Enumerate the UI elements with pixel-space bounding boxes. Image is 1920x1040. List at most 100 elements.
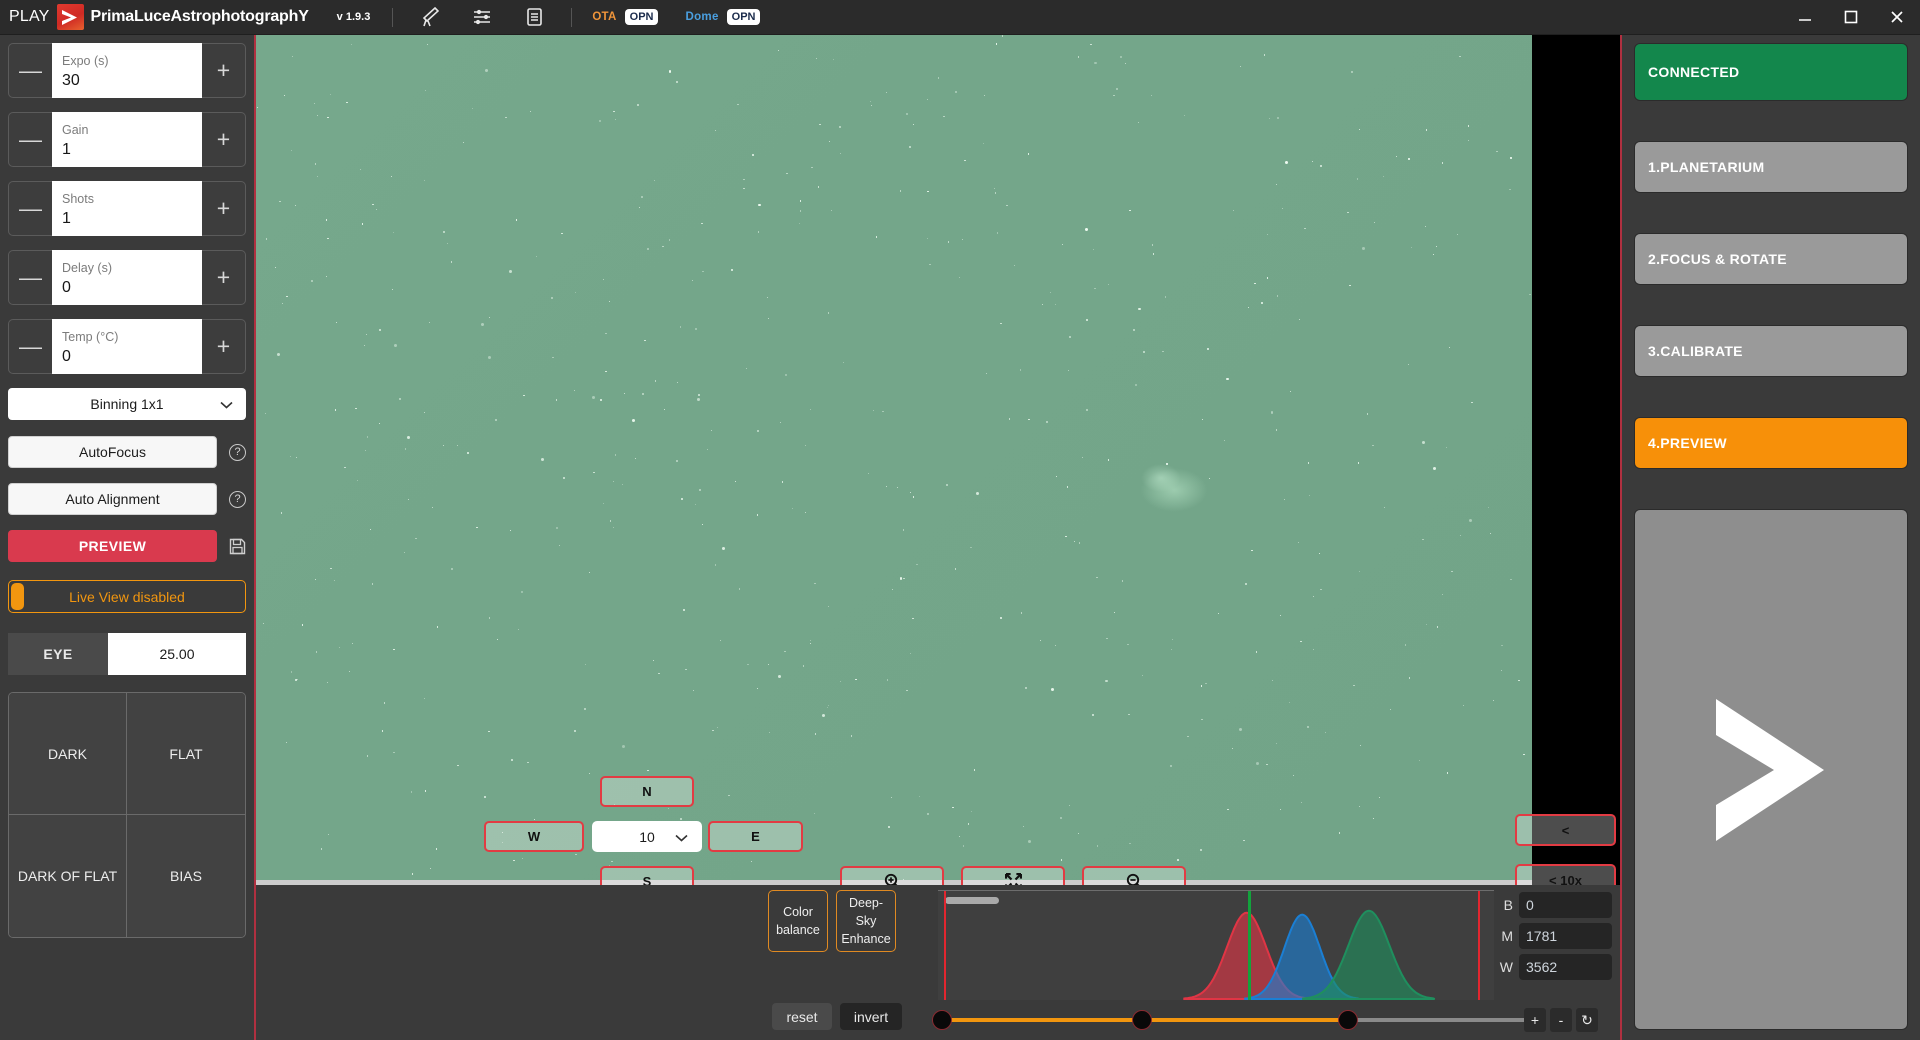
levels-decrease-button[interactable]: - xyxy=(1550,1008,1572,1032)
focus-prev-10x-button[interactable]: < 10x xyxy=(1515,864,1616,885)
live-view-knob xyxy=(11,583,24,610)
sidebar-step-planetarium[interactable]: 1.PLANETARIUM xyxy=(1634,141,1908,193)
slew-rate-select[interactable]: 10 xyxy=(592,821,702,852)
eye-value[interactable]: 25.00 xyxy=(108,633,246,675)
levels-panel: B 0 M 1781 W 3562 xyxy=(1494,890,1612,983)
eye-label: EYE xyxy=(8,633,108,675)
mid-point-input[interactable]: 1781 xyxy=(1519,923,1612,949)
gain-label: Gain xyxy=(62,123,89,138)
shots-decrement-button[interactable]: — xyxy=(8,181,52,236)
image-viewport[interactable]: N W 10 E S < < 10x xyxy=(256,35,1620,885)
temp-label: Temp (°C) xyxy=(62,330,119,345)
white-point-marker[interactable] xyxy=(1478,891,1480,1000)
slider-handle-white[interactable] xyxy=(1338,1010,1358,1030)
live-view-label: Live View disabled xyxy=(69,588,185,605)
delay-label: Delay (s) xyxy=(62,261,113,276)
close-icon[interactable] xyxy=(1874,0,1920,35)
dome-status[interactable]: Dome OPN xyxy=(685,8,761,26)
calibration-flat-button[interactable]: FLAT xyxy=(127,693,245,815)
workflow-sidebar: CONNECTED 1.PLANETARIUM 2.FOCUS & ROTATE… xyxy=(1620,35,1920,1040)
live-view-toggle[interactable]: Live View disabled xyxy=(8,580,246,613)
calibration-bias-button[interactable]: BIAS xyxy=(127,815,245,937)
temp-decrement-button[interactable]: — xyxy=(8,319,52,374)
gain-decrement-button[interactable]: — xyxy=(8,112,52,167)
gain-increment-button[interactable]: + xyxy=(202,112,246,167)
book-icon[interactable] xyxy=(519,5,549,29)
delay-value: 0 xyxy=(62,278,71,296)
sidebar-step-preview[interactable]: 4.PREVIEW xyxy=(1634,417,1908,469)
fit-screen-button[interactable] xyxy=(961,866,1065,885)
black-point-input[interactable]: 0 xyxy=(1519,892,1612,918)
temp-field[interactable]: Temp (°C) 0 xyxy=(52,319,202,374)
auto-alignment-help-icon[interactable]: ? xyxy=(229,490,246,508)
zoom-in-button[interactable] xyxy=(840,866,944,885)
auto-alignment-button[interactable]: Auto Alignment xyxy=(8,483,217,515)
mid-point-row: M 1781 xyxy=(1494,921,1612,951)
autofocus-button[interactable]: AutoFocus xyxy=(8,436,217,468)
ota-label: OTA xyxy=(592,10,617,23)
black-point-label: B xyxy=(1503,897,1513,913)
delay-field[interactable]: Delay (s) 0 xyxy=(52,250,202,305)
reset-button[interactable]: reset xyxy=(772,1003,832,1030)
telescope-icon[interactable] xyxy=(415,5,445,29)
autofocus-help-icon[interactable]: ? xyxy=(229,443,246,461)
gain-field[interactable]: Gain 1 xyxy=(52,112,202,167)
expo-field[interactable]: Expo (s) 30 xyxy=(52,43,202,98)
zoom-in-icon xyxy=(884,873,897,885)
calibration-dark-button[interactable]: DARK xyxy=(9,693,127,815)
maximize-icon[interactable] xyxy=(1828,0,1874,35)
shots-field[interactable]: Shots 1 xyxy=(52,181,202,236)
levels-increase-button[interactable]: + xyxy=(1524,1008,1546,1032)
save-icon[interactable] xyxy=(229,538,246,555)
delay-increment-button[interactable]: + xyxy=(202,250,246,305)
preview-row: PREVIEW xyxy=(8,530,246,562)
window-controls xyxy=(1782,0,1920,34)
play-label: PLAY xyxy=(9,8,50,25)
shots-increment-button[interactable]: + xyxy=(202,181,246,236)
dome-label: Dome xyxy=(685,10,719,23)
delay-decrement-button[interactable]: — xyxy=(8,250,52,305)
zoom-out-button[interactable] xyxy=(1082,866,1186,885)
slider-handle-mid[interactable] xyxy=(1132,1010,1153,1030)
temp-increment-button[interactable]: + xyxy=(202,319,246,374)
minimize-icon[interactable] xyxy=(1782,0,1828,35)
invert-button[interactable]: invert xyxy=(840,1003,902,1030)
slider-handle-black[interactable] xyxy=(932,1010,952,1030)
deep-sky-enhance-button[interactable]: Deep-Sky Enhance xyxy=(836,890,896,952)
expo-decrement-button[interactable]: — xyxy=(8,43,52,98)
levels-reset-icon[interactable]: ↻ xyxy=(1576,1008,1598,1032)
ota-status[interactable]: OTA OPN xyxy=(592,8,659,26)
color-balance-button[interactable]: Color balance xyxy=(768,890,828,952)
histogram-panel[interactable] xyxy=(938,890,1494,1000)
focus-prev-button[interactable]: < xyxy=(1515,814,1616,846)
connection-status-badge[interactable]: CONNECTED xyxy=(1634,43,1908,101)
white-point-row: W 3562 xyxy=(1494,952,1612,982)
mid-point-marker[interactable] xyxy=(1248,891,1251,1000)
expo-value: 30 xyxy=(62,71,80,89)
slew-north-button[interactable]: N xyxy=(600,776,694,807)
sliders-icon[interactable] xyxy=(467,5,497,29)
divider xyxy=(571,7,573,27)
temp-value: 0 xyxy=(62,347,71,365)
app-version: v 1.9.3 xyxy=(336,11,371,23)
levels-slider[interactable] xyxy=(932,1008,1532,1032)
white-point-input[interactable]: 3562 xyxy=(1519,954,1612,980)
slew-west-button[interactable]: W xyxy=(484,821,584,852)
app-logo-icon xyxy=(56,4,84,30)
binning-value: Binning 1x1 xyxy=(90,396,164,412)
slew-east-button[interactable]: E xyxy=(708,821,803,852)
stepper-temp: — Temp (°C) 0 + xyxy=(8,319,246,374)
fit-screen-icon xyxy=(1004,873,1022,885)
black-point-marker[interactable] xyxy=(944,891,946,1000)
sidebar-step-calibrate[interactable]: 3.CALIBRATE xyxy=(1634,325,1908,377)
expo-increment-button[interactable]: + xyxy=(202,43,246,98)
app-title: PrimaLuceAstrophotographY xyxy=(90,8,309,25)
sky-image xyxy=(256,35,1532,881)
app-window: PLAY PrimaLuceAstrophotographY v 1.9.3 O… xyxy=(0,0,1920,1040)
binning-select[interactable]: Binning 1x1 xyxy=(8,388,246,420)
preview-button[interactable]: PREVIEW xyxy=(8,530,217,562)
divider xyxy=(392,7,394,27)
calibration-dark-of-flat-button[interactable]: DARK OF FLAT xyxy=(9,815,127,937)
sidebar-step-focus-rotate[interactable]: 2.FOCUS & ROTATE xyxy=(1634,233,1908,285)
slew-south-button[interactable]: S xyxy=(600,866,694,885)
